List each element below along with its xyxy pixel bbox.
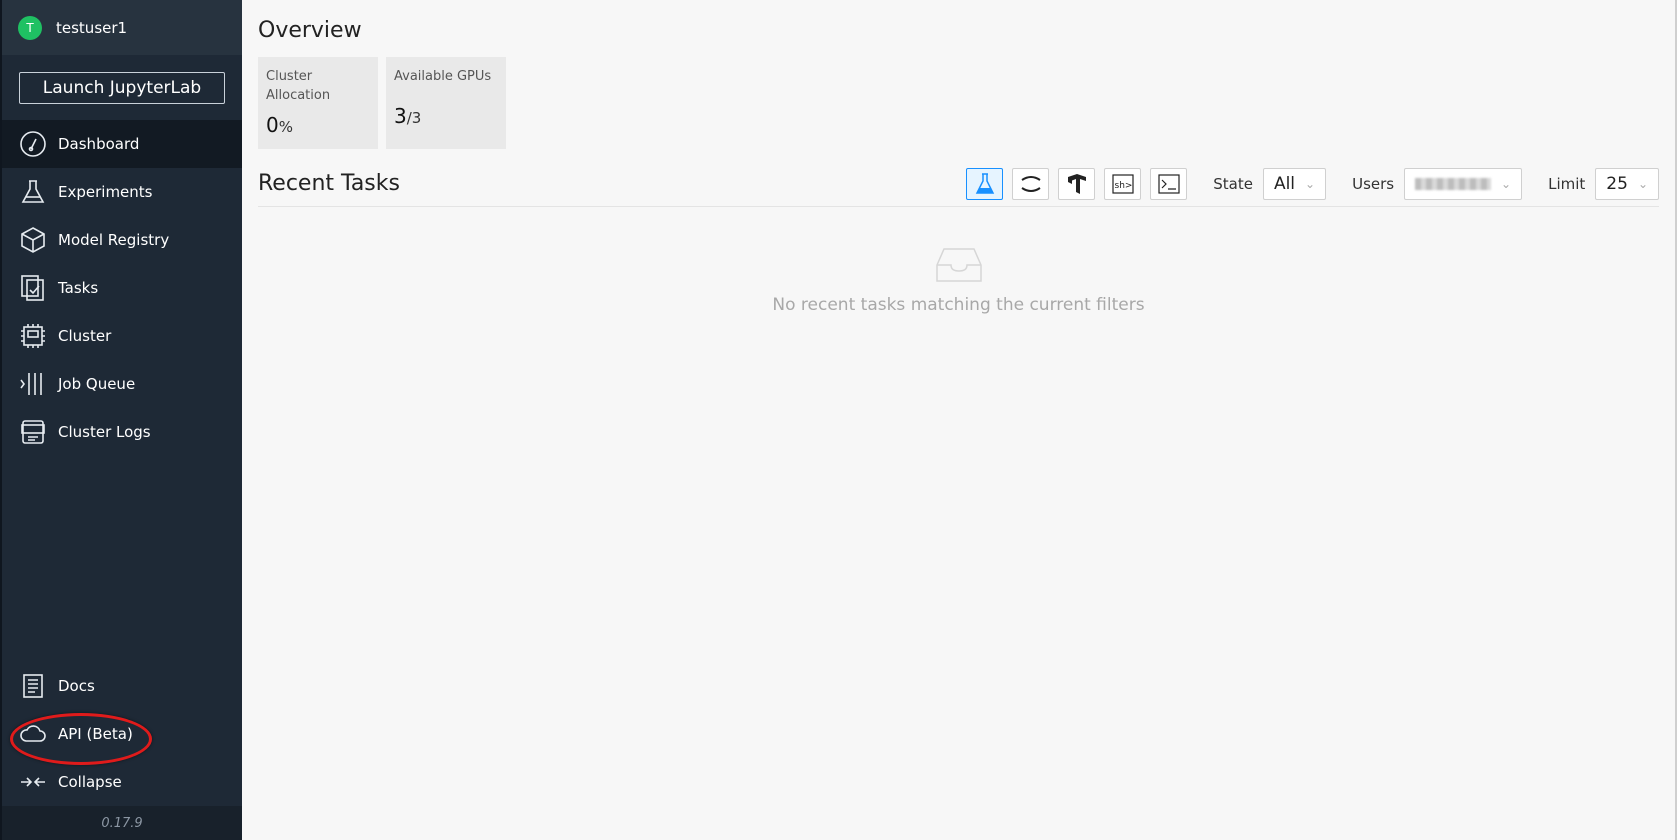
empty-state: No recent tasks matching the current fil… bbox=[258, 245, 1659, 315]
filter-commands-button[interactable] bbox=[1150, 167, 1188, 200]
sidebar-item-cluster-logs[interactable]: Cluster Logs bbox=[2, 408, 242, 456]
chip-icon bbox=[18, 321, 48, 351]
app: T testuser1 Launch JupyterLab Dashboard … bbox=[0, 0, 1677, 840]
cloud-icon bbox=[18, 719, 48, 749]
overview-title: Overview bbox=[258, 18, 362, 43]
bottom-nav: Docs API (Beta) Collapse bbox=[2, 662, 242, 806]
sidebar-item-label: Docs bbox=[58, 677, 95, 695]
recent-tasks-header: Recent Tasks sh> State All ⌄ Users ⌄ Lim… bbox=[258, 167, 1659, 207]
sidebar-item-label: Collapse bbox=[58, 773, 122, 791]
state-select[interactable]: All ⌄ bbox=[1262, 167, 1327, 200]
sidebar-item-tasks[interactable]: Tasks bbox=[2, 264, 242, 312]
svg-text:sh>: sh> bbox=[1114, 181, 1132, 191]
sidebar-item-label: Experiments bbox=[58, 183, 153, 201]
sidebar-item-label: Dashboard bbox=[58, 135, 140, 153]
sidebar-item-model-registry[interactable]: Model Registry bbox=[2, 216, 242, 264]
chevron-down-icon: ⌄ bbox=[1637, 176, 1648, 191]
tasks-icon bbox=[18, 273, 48, 303]
empty-inbox-icon bbox=[935, 248, 982, 282]
sidebar-item-label: Tasks bbox=[58, 279, 99, 297]
sidebar-item-label: Job Queue bbox=[58, 375, 136, 393]
task-filters: sh> State All ⌄ Users ⌄ Limit 25 ⌄ bbox=[957, 167, 1659, 200]
sidebar-item-experiments[interactable]: Experiments bbox=[2, 168, 242, 216]
shell-icon: sh> bbox=[1112, 173, 1134, 194]
log-icon bbox=[18, 417, 48, 447]
sidebar-item-label: Cluster bbox=[58, 327, 112, 345]
sidebar: T testuser1 Launch JupyterLab Dashboard … bbox=[0, 0, 242, 840]
avatar: T bbox=[18, 15, 42, 40]
chevron-down-icon: ⌄ bbox=[1501, 176, 1512, 191]
sidebar-item-api-beta[interactable]: API (Beta) bbox=[2, 710, 242, 765]
limit-select[interactable]: 25 ⌄ bbox=[1595, 167, 1659, 200]
sidebar-item-docs[interactable]: Docs bbox=[2, 662, 242, 710]
chevron-down-icon: ⌄ bbox=[1305, 176, 1316, 191]
users-filter-label: Users bbox=[1352, 174, 1395, 193]
filter-tensorboard-button[interactable] bbox=[1058, 167, 1096, 200]
docs-icon bbox=[18, 671, 48, 701]
user-menu[interactable]: T testuser1 bbox=[2, 0, 242, 55]
version-label: 0.17.9 bbox=[2, 806, 242, 840]
overview-cards: Cluster Allocation 0% Available GPUs 3/3 bbox=[258, 57, 1659, 149]
sidebar-item-dashboard[interactable]: Dashboard bbox=[2, 120, 242, 168]
available-gpus-label: Available GPUs bbox=[394, 69, 492, 84]
empty-state-text: No recent tasks matching the current fil… bbox=[772, 295, 1145, 315]
launch-jupyterlab-button[interactable]: Launch JupyterLab bbox=[19, 71, 225, 104]
recent-tasks-title: Recent Tasks bbox=[258, 171, 400, 196]
tensorflow-icon bbox=[1067, 173, 1086, 194]
cluster-allocation-label: Cluster Allocation bbox=[266, 69, 331, 103]
cube-icon bbox=[18, 225, 48, 255]
cluster-allocation-card: Cluster Allocation 0% bbox=[258, 57, 378, 149]
state-select-value: All bbox=[1273, 173, 1296, 194]
sidebar-item-cluster[interactable]: Cluster bbox=[2, 312, 242, 360]
users-select[interactable]: ⌄ bbox=[1404, 167, 1523, 200]
filter-experiments-button[interactable] bbox=[966, 167, 1004, 200]
cluster-allocation-value: 0% bbox=[266, 113, 293, 137]
flask-icon bbox=[975, 172, 994, 194]
available-gpus-value: 3/3 bbox=[394, 104, 422, 128]
sidebar-item-label: API (Beta) bbox=[58, 725, 133, 743]
queue-icon bbox=[18, 369, 48, 399]
terminal-icon bbox=[1158, 173, 1180, 194]
jupyter-icon bbox=[1021, 175, 1041, 192]
sidebar-item-label: Cluster Logs bbox=[58, 423, 151, 441]
filter-notebooks-button[interactable] bbox=[1012, 167, 1050, 200]
flask-icon bbox=[18, 177, 48, 207]
available-gpus-card: Available GPUs 3/3 bbox=[386, 57, 506, 149]
filter-shells-button[interactable]: sh> bbox=[1104, 167, 1142, 200]
limit-select-value: 25 bbox=[1606, 173, 1628, 194]
sidebar-item-job-queue[interactable]: Job Queue bbox=[2, 360, 242, 408]
collapse-icon bbox=[18, 767, 48, 797]
dashboard-gauge-icon bbox=[18, 129, 48, 159]
limit-filter-label: Limit bbox=[1548, 174, 1586, 193]
users-select-value-redacted bbox=[1415, 177, 1492, 190]
state-filter-label: State bbox=[1213, 174, 1253, 193]
sidebar-item-collapse[interactable]: Collapse bbox=[2, 758, 242, 806]
username: testuser1 bbox=[56, 18, 128, 37]
main-nav: Dashboard Experiments Model Registry Tas… bbox=[2, 120, 242, 456]
sidebar-item-label: Model Registry bbox=[58, 231, 170, 249]
main-content: Overview Cluster Allocation 0% Available… bbox=[242, 0, 1677, 840]
